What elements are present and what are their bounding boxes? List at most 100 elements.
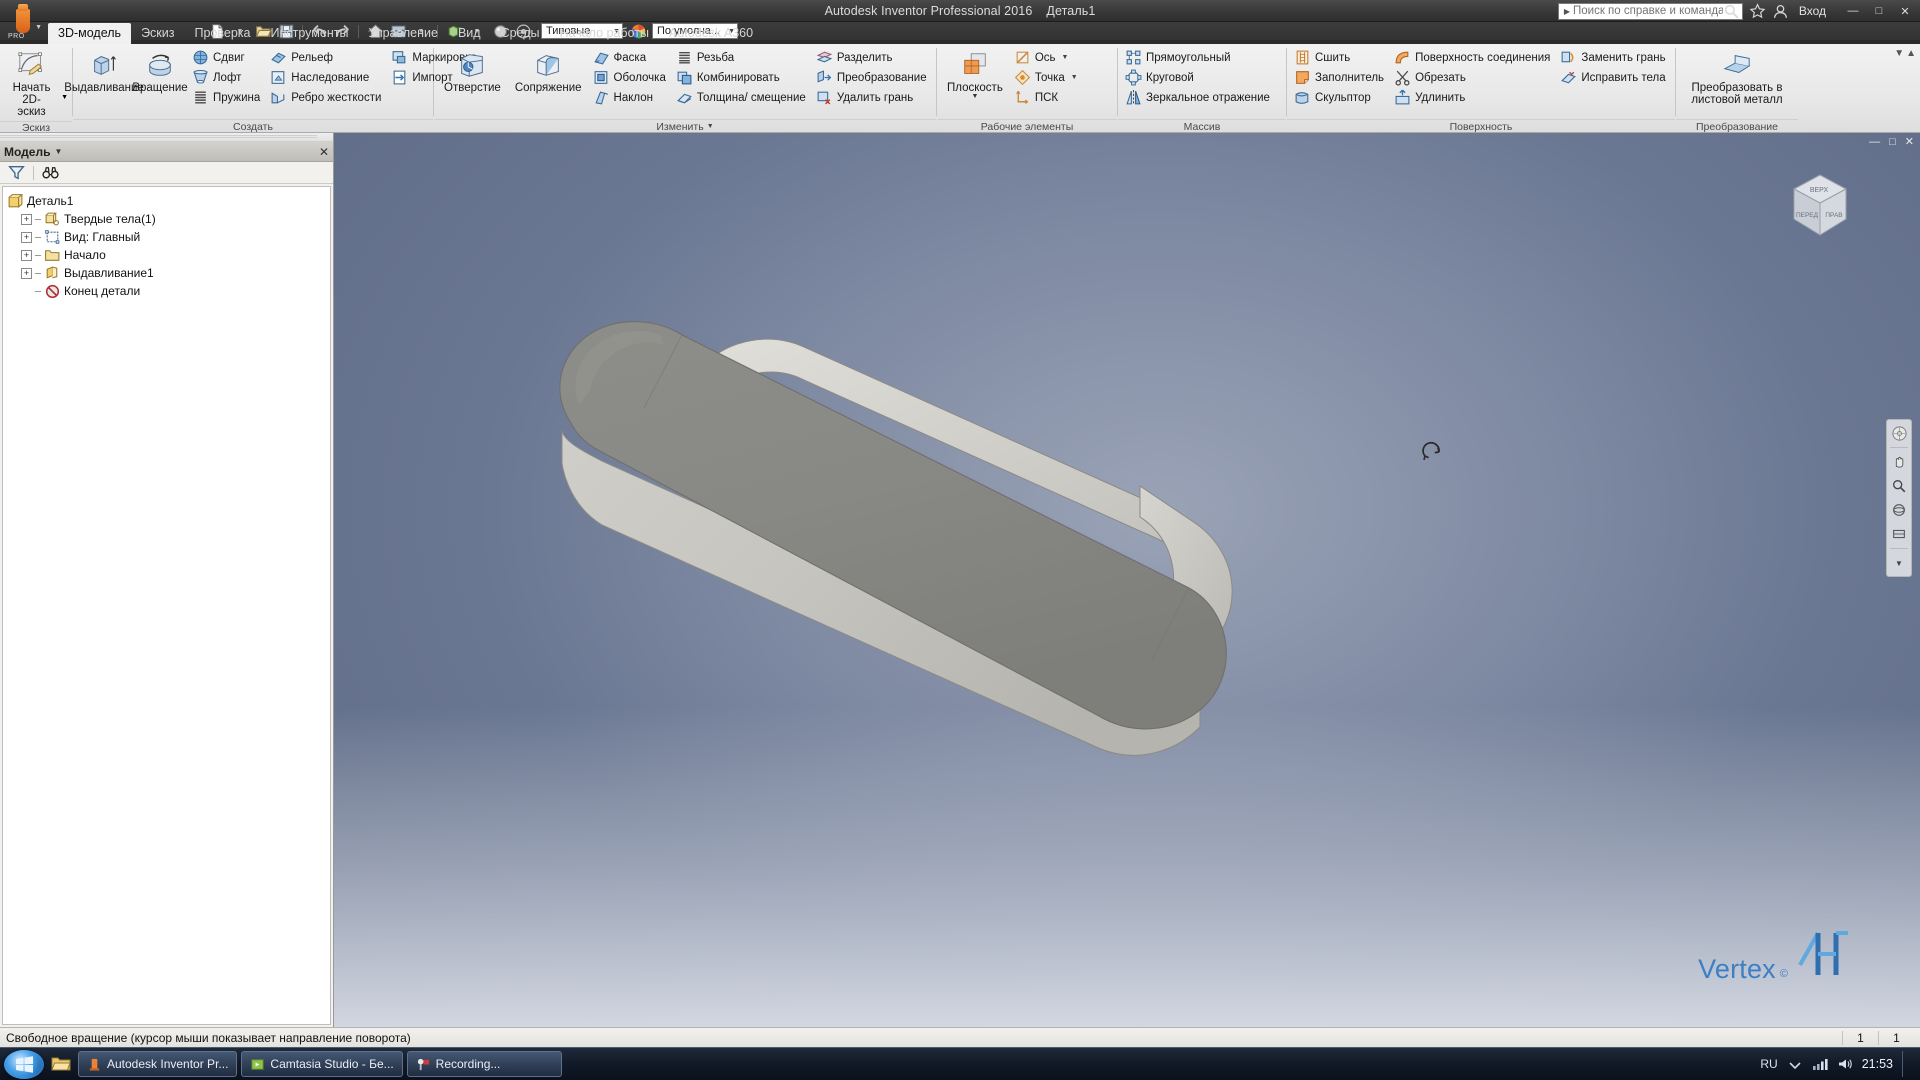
replace-face-button[interactable]: Заменить грань bbox=[1557, 48, 1670, 67]
viewcube[interactable]: ВЕРХ ПЕРЕД ПРАВ bbox=[1772, 161, 1868, 257]
taskbar-button-1[interactable]: Camtasia Studio - Бе... bbox=[241, 1051, 403, 1077]
work-axis-button[interactable]: Ось ▼ bbox=[1011, 48, 1083, 67]
start-2d-sketch-button[interactable]: Начать 2D-эскиз bbox=[4, 47, 59, 121]
viewport-minimize-button[interactable]: — bbox=[1867, 136, 1882, 148]
chamfer-button[interactable]: Фаска bbox=[590, 48, 671, 67]
chevron-down-icon-app[interactable]: ▼ bbox=[35, 24, 42, 31]
3d-viewport[interactable]: — □ ✕ ВЕРХ ПЕРЕД ПРАВ ▼ Vertex © bbox=[334, 133, 1920, 1027]
work-point-dropdown-icon[interactable]: ▼ bbox=[1071, 74, 1078, 81]
viewport-close-button[interactable]: ✕ bbox=[1903, 135, 1916, 148]
taskbar-clock[interactable]: 21:53 bbox=[1862, 1057, 1893, 1071]
user-account-icon[interactable] bbox=[1772, 3, 1789, 20]
combine-button[interactable]: Комбинировать bbox=[673, 68, 811, 87]
star-icon[interactable] bbox=[1749, 2, 1766, 20]
ribbon-tab-8[interactable]: Autodesk A360 bbox=[659, 23, 763, 44]
coil-button[interactable]: Пружина bbox=[189, 88, 265, 107]
work-plane-dropdown-icon[interactable]: ▼ bbox=[971, 93, 978, 100]
thread-button[interactable]: Резьба bbox=[673, 48, 811, 67]
patch-button[interactable]: Заполнитель bbox=[1291, 68, 1389, 87]
ucs-button[interactable]: ПСК bbox=[1011, 88, 1083, 107]
sweep-button[interactable]: Сдвиг bbox=[189, 48, 265, 67]
tree-node-1[interactable]: + Твердые тела(1) bbox=[7, 210, 326, 228]
tree-node-5[interactable]: Конец детали bbox=[7, 282, 326, 300]
search-box[interactable]: ▶ bbox=[1557, 2, 1743, 20]
taskbar-button-0[interactable]: Autodesk Inventor Pr... bbox=[78, 1051, 238, 1077]
full-navigation-wheel-icon[interactable] bbox=[1889, 423, 1909, 443]
expand-icon[interactable]: + bbox=[21, 267, 32, 279]
ribbon-tab-2[interactable]: Проверка bbox=[184, 23, 260, 44]
thicken-offset-button[interactable]: Толщина/ смещение bbox=[673, 88, 811, 107]
delete-face-button[interactable]: Удалить грань bbox=[813, 88, 932, 107]
direct-edit-button[interactable]: Преобразование bbox=[813, 68, 932, 87]
expand-icon[interactable]: + bbox=[21, 231, 32, 243]
part-3d-model[interactable] bbox=[334, 133, 1920, 1027]
ribbon-tab-1[interactable]: Эскиз bbox=[131, 23, 184, 44]
work-axis-dropdown-icon[interactable]: ▼ bbox=[1062, 54, 1069, 61]
browser-grip[interactable] bbox=[0, 133, 333, 142]
maximize-button[interactable]: □ bbox=[1866, 2, 1892, 20]
repair-bodies-button[interactable]: Исправить тела bbox=[1557, 68, 1670, 87]
sign-in-label[interactable]: Вход bbox=[1795, 4, 1830, 18]
revolve-button[interactable]: Вращение bbox=[132, 47, 188, 97]
tree-node-2[interactable]: + Вид: Главный bbox=[7, 228, 326, 246]
hole-button[interactable]: Отверстие bbox=[438, 47, 507, 97]
filter-icon[interactable] bbox=[8, 164, 25, 181]
expand-icon[interactable]: + bbox=[21, 213, 32, 225]
ruled-surface-button[interactable]: Поверхность соединения bbox=[1391, 48, 1555, 67]
ribbon-tab-3[interactable]: Инструменты bbox=[260, 23, 358, 44]
zoom-icon[interactable] bbox=[1889, 476, 1909, 496]
stitch-button[interactable]: Сшить bbox=[1291, 48, 1389, 67]
close-button[interactable]: ✕ bbox=[1892, 2, 1918, 20]
search-input[interactable] bbox=[1573, 5, 1723, 17]
split-button[interactable]: Разделить bbox=[813, 48, 932, 67]
fillet-button[interactable]: Сопряжение bbox=[509, 47, 588, 97]
circular-pattern-button[interactable]: Круговой bbox=[1122, 68, 1275, 87]
chevron-right-icon[interactable]: ▶ bbox=[1561, 7, 1573, 16]
shell-button[interactable]: Оболочка bbox=[590, 68, 671, 87]
taskbar-button-2[interactable]: Recording... bbox=[406, 1051, 562, 1077]
tray-arrow-icon[interactable] bbox=[1787, 1057, 1803, 1071]
sculpt-button[interactable]: Скульптор bbox=[1291, 88, 1389, 107]
mirror-button[interactable]: Зеркальное отражение bbox=[1122, 88, 1275, 107]
look-at-icon[interactable] bbox=[1889, 524, 1909, 544]
extrude-button[interactable]: Выдавливание bbox=[64, 47, 144, 97]
ribbon-minimize-icon[interactable]: ▲ bbox=[1906, 48, 1916, 59]
draft-button[interactable]: Наклон bbox=[590, 88, 671, 107]
ribbon-tab-6[interactable]: Среды bbox=[491, 23, 550, 44]
chevron-down-icon-browser[interactable]: ▼ bbox=[54, 147, 62, 156]
work-point-button[interactable]: Точка ▼ bbox=[1011, 68, 1083, 87]
navbar-options-icon[interactable]: ▼ bbox=[1889, 553, 1909, 573]
rib-button[interactable]: Ребро жесткости bbox=[267, 88, 386, 107]
tray-language[interactable]: RU bbox=[1760, 1057, 1777, 1071]
ribbon-tab-4[interactable]: Управление bbox=[358, 23, 448, 44]
loft-button[interactable]: Лофт bbox=[189, 68, 265, 87]
show-desktop-icon[interactable] bbox=[1902, 1051, 1910, 1077]
binoculars-icon[interactable] bbox=[42, 164, 59, 181]
close-icon[interactable]: ✕ bbox=[319, 145, 329, 159]
ribbon-tab-0[interactable]: 3D-модель bbox=[48, 23, 132, 44]
rectangular-pattern-button[interactable]: Прямоугольный bbox=[1122, 48, 1275, 67]
ribbon-options-icon[interactable]: ▼ bbox=[1894, 48, 1904, 59]
search-icon[interactable] bbox=[1723, 3, 1740, 20]
tree-node-0[interactable]: Деталь1 bbox=[7, 192, 326, 210]
application-menu-button[interactable]: PRO ▼ bbox=[2, 1, 44, 41]
trim-button[interactable]: Обрезать bbox=[1391, 68, 1555, 87]
derive-button[interactable]: Наследование bbox=[267, 68, 386, 87]
extend-button[interactable]: Удлинить bbox=[1391, 88, 1555, 107]
sketch-dropdown-arrow[interactable]: ▼ bbox=[61, 94, 68, 101]
modify-panel-dropdown-icon[interactable]: ▼ bbox=[707, 123, 714, 130]
windows-start-orb[interactable] bbox=[4, 1049, 44, 1079]
explorer-icon[interactable] bbox=[48, 1051, 74, 1077]
expand-icon[interactable]: + bbox=[21, 249, 32, 261]
tree-node-4[interactable]: + Выдавливание1 bbox=[7, 264, 326, 282]
convert-to-sheet-metal-button[interactable]: Преобразовать в листовой металл bbox=[1685, 47, 1788, 109]
volume-icon[interactable] bbox=[1837, 1057, 1853, 1071]
network-icon[interactable] bbox=[1812, 1057, 1828, 1071]
ribbon-tab-7[interactable]: Начало работы bbox=[550, 23, 659, 44]
ribbon-tab-5[interactable]: Вид bbox=[448, 23, 491, 44]
tree-node-3[interactable]: + Начало bbox=[7, 246, 326, 264]
work-plane-button[interactable]: Плоскость ▼ bbox=[941, 47, 1009, 103]
orbit-icon[interactable] bbox=[1889, 500, 1909, 520]
minimize-button[interactable]: — bbox=[1840, 2, 1866, 20]
pan-icon[interactable] bbox=[1889, 452, 1909, 472]
